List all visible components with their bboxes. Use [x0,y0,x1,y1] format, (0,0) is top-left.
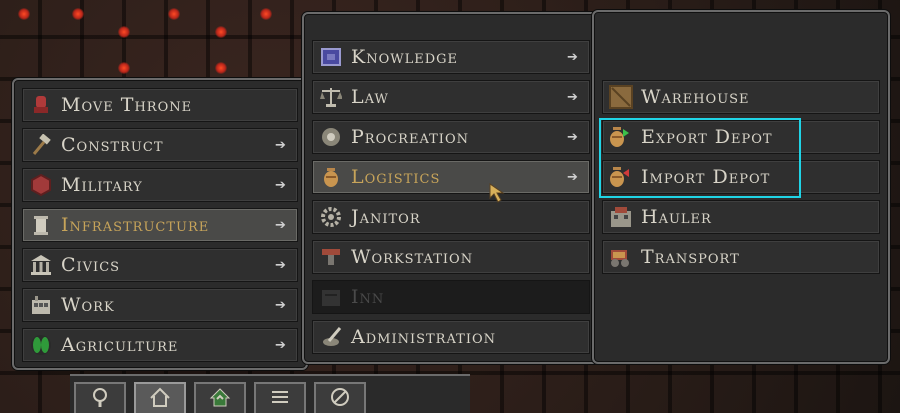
book-icon [319,45,343,69]
urn-icon [319,165,343,189]
menu-item-export-depot[interactable]: Export Depot [602,120,880,154]
toolbar-build-button[interactable] [134,382,186,413]
menu-item-label: Move Throne [61,94,193,116]
submenu-arrow-icon: ➔ [275,297,287,313]
menu-item-label: Export Depot [641,126,773,148]
menu-item-label: Infrastructure [61,214,210,236]
world-light [118,26,130,38]
menu-item-move-throne[interactable]: Move Throne [22,88,298,122]
toolbar-cancel-button[interactable] [314,382,366,413]
menu-item-label: Workstation [351,246,474,268]
submenu-arrow-icon: ➔ [567,169,579,185]
menu-item-label: Procreation [351,126,469,148]
menu-item-transport[interactable]: Transport [602,240,880,274]
world-light [260,8,272,20]
pillar-icon [29,213,53,237]
world-light [215,62,227,74]
magnifier-icon [89,386,111,412]
menu-item-logistics[interactable]: Logistics ➔ [312,160,590,194]
world-light [18,8,30,20]
hauler-icon [609,205,633,229]
menu-item-label: Agriculture [61,334,179,356]
menu-item-workstation[interactable]: Workstation [312,240,590,274]
menu-item-import-depot[interactable]: Import Depot [602,160,880,194]
submenu-arrow-icon: ➔ [275,337,287,353]
menu-item-warehouse[interactable]: Warehouse [602,80,880,114]
world-light [118,62,130,74]
submenu-arrow-icon: ➔ [275,217,287,233]
world-light [72,8,84,20]
submenu-arrow-icon: ➔ [567,129,579,145]
menu-item-label: Civics [61,254,121,276]
toolbar-list-button[interactable] [254,382,306,413]
mouse-cursor-icon [488,182,512,210]
menu-item-label: Administration [351,326,496,348]
menu-item-agriculture[interactable]: Agriculture ➔ [22,328,298,362]
house-upgrade-icon [209,386,231,412]
menu-item-infrastructure[interactable]: Infrastructure ➔ [22,208,298,242]
submenu-arrow-icon: ➔ [567,49,579,65]
house-icon [149,386,171,412]
submenu-arrow-icon: ➔ [567,89,579,105]
cart-icon [609,245,633,269]
inn-icon [319,285,343,309]
list-icon [269,386,291,412]
menu-item-law[interactable]: Law ➔ [312,80,590,114]
crate-icon [609,85,633,109]
menu-item-label: Knowledge [351,46,459,68]
menu-item-label: Hauler [641,206,712,228]
shield-icon [29,173,53,197]
menu-item-label: Janitor [351,206,421,228]
menu-item-label: Military [61,174,143,196]
world-light [215,26,227,38]
scales-icon [319,85,343,109]
anvil-icon [319,245,343,269]
menu-item-label: Logistics [351,166,441,188]
menu-item-label: Law [351,86,389,108]
submenu-arrow-icon: ➔ [275,137,287,153]
toolbar-inspect-button[interactable] [74,382,126,413]
civic-building-icon [29,253,53,277]
menu-item-work[interactable]: Work ➔ [22,288,298,322]
menu-item-janitor[interactable]: Janitor [312,200,590,234]
submenu-arrow-icon: ➔ [275,177,287,193]
menu-item-label: Import Depot [641,166,771,188]
menu-item-civics[interactable]: Civics ➔ [22,248,298,282]
menu-item-hauler[interactable]: Hauler [602,200,880,234]
cancel-icon [329,386,351,412]
menu-item-military[interactable]: Military ➔ [22,168,298,202]
leaf-icon [29,333,53,357]
workshop-icon [29,293,53,317]
menu-item-label: Construct [61,134,164,156]
quill-icon [319,325,343,349]
menu-item-label: Transport [641,246,740,268]
import-urn-icon [609,165,633,189]
menu-item-procreation[interactable]: Procreation ➔ [312,120,590,154]
export-urn-icon [609,125,633,149]
menu-item-construct[interactable]: Construct ➔ [22,128,298,162]
hammer-icon [29,133,53,157]
toolbar-upgrade-button[interactable] [194,382,246,413]
submenu-arrow-icon: ➔ [275,257,287,273]
menu-item-label: Inn [351,286,385,308]
gear-icon [319,205,343,229]
throne-icon [29,93,53,117]
menu-item-label: Work [61,294,115,316]
procreation-icon [319,125,343,149]
menu-item-label: Warehouse [641,86,750,108]
menu-item-knowledge[interactable]: Knowledge ➔ [312,40,590,74]
menu-item-inn[interactable]: Inn [312,280,590,314]
world-light [168,8,180,20]
menu-item-administration[interactable]: Administration [312,320,590,354]
